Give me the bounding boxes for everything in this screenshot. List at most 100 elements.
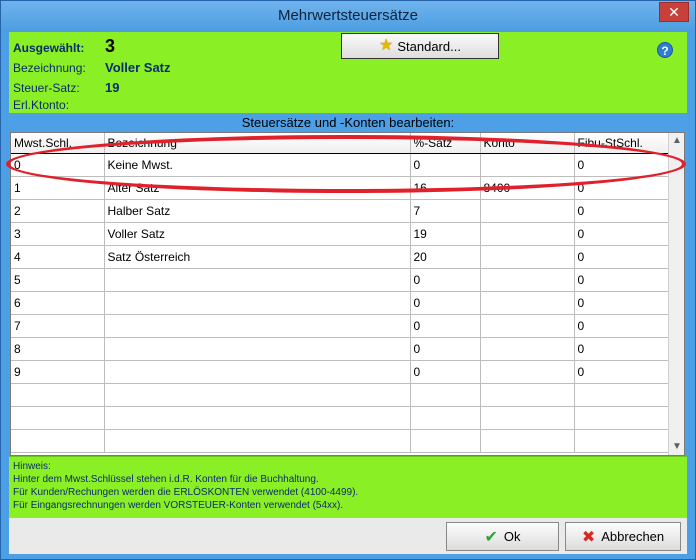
table-cell[interactable]: 0 — [410, 360, 481, 384]
table-row[interactable]: 7 0 0 — [11, 314, 670, 338]
standard-button[interactable]: ★ Standard... — [341, 33, 499, 59]
hint-line: Hinter dem Mwst.Schlüssel stehen i.d.R. … — [13, 474, 319, 485]
table-cell[interactable] — [104, 429, 411, 453]
table-cell[interactable]: 7 — [410, 199, 481, 223]
table-row[interactable]: 9 0 0 — [11, 360, 670, 384]
designation-row: Bezeichnung: Voller Satz — [13, 60, 171, 78]
table-cell[interactable] — [574, 429, 670, 453]
table-row[interactable] — [11, 383, 670, 407]
table-row[interactable]: 6 0 0 — [11, 291, 670, 315]
table-cell[interactable] — [104, 314, 411, 338]
table-cell[interactable] — [480, 314, 575, 338]
column-header[interactable]: Konto — [480, 133, 575, 154]
help-icon[interactable]: ? — [657, 42, 673, 58]
table-cell[interactable]: 4 — [11, 245, 105, 269]
table-row[interactable]: 1 Alter Satz 16 8400 0 — [11, 176, 670, 200]
table-row[interactable]: 8 0 0 — [11, 337, 670, 361]
table-cell[interactable]: 0 — [574, 337, 670, 361]
table-cell[interactable]: 3 — [11, 222, 105, 246]
tax-rates-grid[interactable]: Mwst.Schl. Bezeichnung %-Satz Konto Fibu… — [10, 132, 685, 456]
table-cell[interactable] — [104, 383, 411, 407]
table-cell[interactable] — [410, 429, 481, 453]
table-cell[interactable]: Halber Satz — [104, 199, 411, 223]
table-cell[interactable]: Alter Satz — [104, 176, 411, 200]
table-cell[interactable]: 0 — [410, 314, 481, 338]
table-cell[interactable] — [480, 406, 575, 430]
table-cell[interactable]: 8 — [11, 337, 105, 361]
table-cell[interactable]: 0 — [574, 222, 670, 246]
section-title: Steuersätze und -Konten bearbeiten: — [241, 115, 455, 130]
table-cell[interactable] — [104, 360, 411, 384]
table-cell[interactable]: 7 — [11, 314, 105, 338]
table-cell[interactable] — [11, 429, 105, 453]
table-cell[interactable]: 6 — [11, 291, 105, 315]
table-row[interactable]: 4 Satz Österreich 20 0 — [11, 245, 670, 269]
standard-button-label: Standard... — [397, 38, 461, 54]
table-cell[interactable] — [574, 406, 670, 430]
table-cell[interactable] — [104, 406, 411, 430]
scroll-up-icon[interactable]: ▲ — [669, 133, 684, 149]
table-cell[interactable] — [104, 268, 411, 292]
table-cell[interactable] — [480, 153, 575, 177]
table-cell[interactable] — [480, 383, 575, 407]
selected-row: Ausgewählt: 3 — [13, 36, 115, 56]
table-cell[interactable] — [11, 406, 105, 430]
table-cell[interactable]: 2 — [11, 199, 105, 223]
table-cell[interactable] — [480, 268, 575, 292]
table-cell[interactable] — [104, 291, 411, 315]
table-row[interactable]: 5 0 0 — [11, 268, 670, 292]
table-cell[interactable] — [480, 360, 575, 384]
table-cell[interactable]: 9 — [11, 360, 105, 384]
table-cell[interactable]: 16 — [410, 176, 481, 200]
vertical-scrollbar[interactable]: ▲ ▼ — [668, 133, 684, 455]
table-cell[interactable] — [480, 429, 575, 453]
column-header[interactable]: Fibu-StSchl. — [574, 133, 670, 154]
table-cell[interactable] — [480, 222, 575, 246]
column-header[interactable]: Mwst.Schl. — [11, 133, 105, 154]
table-row[interactable]: 3 Voller Satz 19 0 — [11, 222, 670, 246]
table-cell[interactable] — [410, 383, 481, 407]
table-cell[interactable]: Keine Mwst. — [104, 153, 411, 177]
table-cell[interactable]: 0 — [11, 153, 105, 177]
table-cell[interactable] — [480, 245, 575, 269]
tax-rate-label: Steuer-Satz: — [13, 81, 80, 95]
table-cell[interactable] — [480, 291, 575, 315]
table-cell[interactable]: 5 — [11, 268, 105, 292]
table-row[interactable]: 0 Keine Mwst. 0 0 — [11, 153, 670, 177]
table-cell[interactable]: 0 — [574, 245, 670, 269]
table-cell[interactable] — [11, 383, 105, 407]
table-cell[interactable]: 0 — [574, 199, 670, 223]
table-cell[interactable]: 0 — [410, 291, 481, 315]
table-cell[interactable] — [480, 199, 575, 223]
table-cell[interactable]: 20 — [410, 245, 481, 269]
table-row[interactable]: 2 Halber Satz 7 0 — [11, 199, 670, 223]
table-cell[interactable]: 1 — [11, 176, 105, 200]
check-icon: ✔ — [484, 528, 498, 546]
table-cell[interactable]: Satz Österreich — [104, 245, 411, 269]
column-header[interactable]: Bezeichnung — [104, 133, 411, 154]
table-cell[interactable]: 0 — [574, 153, 670, 177]
table-cell[interactable]: 0 — [574, 314, 670, 338]
table-cell[interactable]: 0 — [574, 291, 670, 315]
table-cell[interactable]: 0 — [574, 176, 670, 200]
table-cell[interactable]: 0 — [410, 153, 481, 177]
close-button[interactable]: ✕ — [659, 2, 689, 22]
table-cell[interactable]: 0 — [410, 337, 481, 361]
table-cell[interactable]: Voller Satz — [104, 222, 411, 246]
table-cell[interactable]: 8400 — [480, 176, 575, 200]
table-cell[interactable]: 0 — [410, 268, 481, 292]
scroll-down-icon[interactable]: ▼ — [669, 439, 684, 455]
ok-button[interactable]: ✔ Ok — [446, 522, 559, 551]
column-header[interactable]: %-Satz — [410, 133, 481, 154]
table-row[interactable] — [11, 406, 670, 430]
cancel-button[interactable]: ✖ Abbrechen — [565, 522, 681, 551]
table-cell[interactable] — [104, 337, 411, 361]
table-cell[interactable] — [574, 383, 670, 407]
table-cell[interactable] — [480, 337, 575, 361]
title-bar[interactable]: Mehrwertsteuersätze ✕ — [1, 1, 695, 32]
table-cell[interactable]: 0 — [574, 268, 670, 292]
table-row[interactable] — [11, 429, 670, 453]
table-cell[interactable]: 19 — [410, 222, 481, 246]
table-cell[interactable]: 0 — [574, 360, 670, 384]
table-cell[interactable] — [410, 406, 481, 430]
